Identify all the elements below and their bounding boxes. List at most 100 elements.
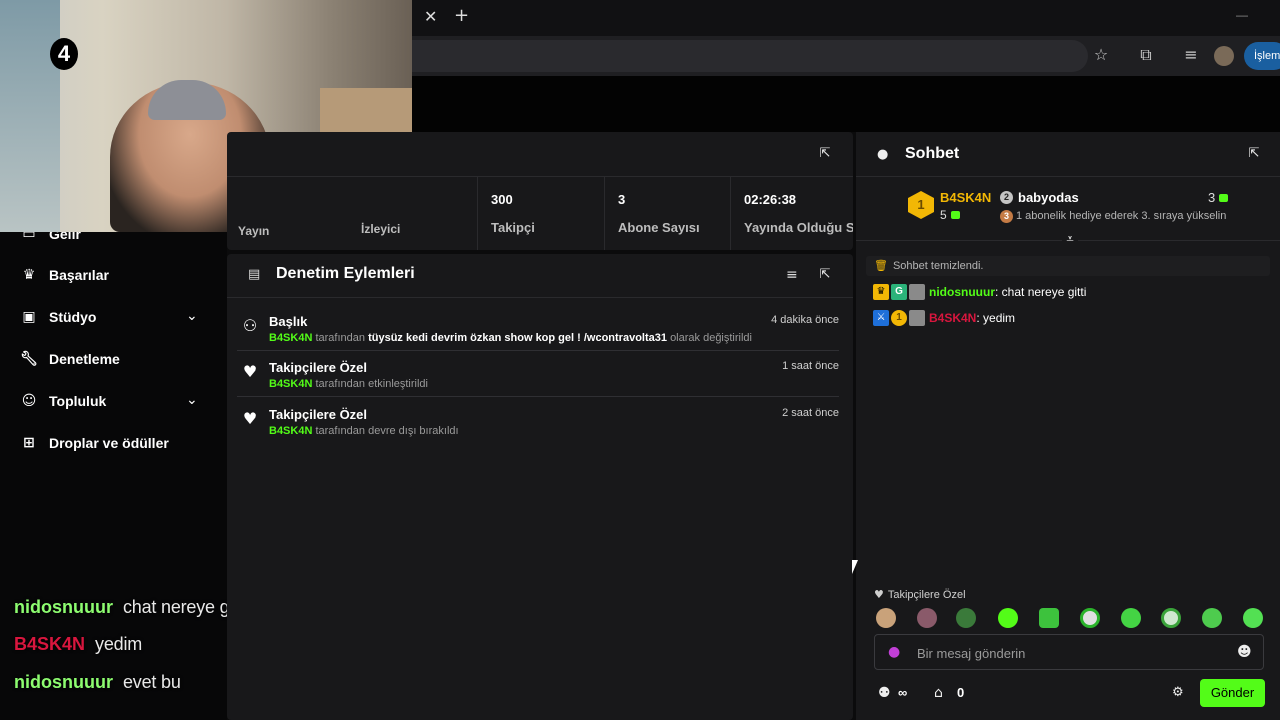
- action-by: tarafından: [315, 425, 366, 437]
- gift-sub-icon: [950, 211, 960, 219]
- og-badge-icon: G: [891, 284, 907, 300]
- chat-colon: :: [995, 285, 1002, 299]
- emote-icon[interactable]: [1080, 608, 1100, 628]
- heart-icon: ♥: [874, 588, 884, 601]
- action-by: tarafından: [315, 378, 366, 390]
- overlay-number-badge: 4: [50, 38, 78, 70]
- trash-icon: 🗑︎: [874, 259, 888, 272]
- emoji-icon[interactable]: ☻: [1237, 644, 1252, 660]
- points-value: ∞: [898, 685, 908, 700]
- emote-icon[interactable]: [1202, 608, 1222, 628]
- system-message: 🗑︎ Sohbet temizlendi.: [866, 256, 1270, 276]
- collapse-arrow-icon[interactable]: ⩡: [1062, 232, 1078, 247]
- stat-value: 300: [491, 192, 513, 207]
- chat-message-input[interactable]: [917, 643, 1217, 663]
- sidebar-item-studio[interactable]: ▣ Stüdyo: [20, 305, 96, 329]
- stat-uptime: 02:26:38 Yayında Olduğu Süre: [730, 177, 853, 250]
- popout-icon[interactable]: ⇱: [816, 145, 834, 163]
- microphone-icon[interactable]: ●: [888, 644, 900, 660]
- sidebar-item-label: Topluluk: [49, 393, 107, 409]
- address-bar[interactable]: [412, 40, 1088, 72]
- heart-icon: ♥: [242, 409, 258, 428]
- gear-icon[interactable]: ⚙: [1172, 685, 1184, 700]
- emote-icon[interactable]: [1121, 608, 1141, 628]
- crown-badge-icon: ♛: [873, 284, 889, 300]
- gift-count: 5: [940, 208, 947, 222]
- chevron-down-icon[interactable]: ⌄: [186, 308, 204, 324]
- popout-icon[interactable]: ⇱: [1245, 145, 1263, 163]
- stat-label-partial: Yayın: [238, 224, 270, 238]
- wrench-icon: 🔧︎: [20, 351, 38, 367]
- community-icon: ☺: [21, 393, 37, 409]
- sidebar-item-achievements[interactable]: ♛ Başarılar: [20, 263, 109, 287]
- emote-icon[interactable]: [1161, 608, 1181, 628]
- bronze-rank-badge: 3: [1000, 210, 1013, 223]
- moderation-actions-panel: ▤ Denetim Eylemleri ≡ ⇱ ⚇ Başlık 4 dakik…: [227, 254, 853, 720]
- moderation-action-item: ♥ Takipçilere Özel 2 saat önce B4SK4N ta…: [237, 403, 839, 449]
- gold-rank-badge: 1: [908, 191, 934, 219]
- gift-count: 3: [1208, 190, 1216, 205]
- stat-followers: 300 Takipçi: [477, 177, 604, 250]
- extensions-icon[interactable]: ⧉: [1135, 44, 1157, 66]
- document-icon: ▤: [248, 267, 261, 282]
- store-count: 0: [957, 685, 965, 700]
- new-tab-icon[interactable]: +: [454, 6, 472, 26]
- sidebar-item-moderation[interactable]: 🔧︎ Denetleme: [20, 347, 120, 371]
- emote-icon[interactable]: [1243, 608, 1263, 628]
- emote-icon[interactable]: [876, 608, 896, 628]
- studio-icon: ▣: [22, 309, 36, 325]
- emote-section-text: Takipçilere Özel: [887, 589, 966, 601]
- chat-text: chat nereye gitti: [1001, 285, 1087, 299]
- action-user[interactable]: B4SK4N: [269, 332, 312, 344]
- action-by: tarafından: [315, 332, 366, 344]
- silver-rank-badge: 2: [1000, 191, 1013, 204]
- action-title: Takipçilere Özel: [269, 360, 368, 375]
- minimize-icon[interactable]: —: [1236, 8, 1248, 22]
- action-user[interactable]: B4SK4N: [269, 378, 312, 390]
- bookmark-star-icon[interactable]: ☆: [1090, 44, 1112, 66]
- emote-section-label: ♥ Takipçilere Özel: [874, 588, 966, 601]
- media-control-icon[interactable]: ≡: [1180, 44, 1202, 66]
- chat-username[interactable]: nidosnuuur: [929, 284, 995, 300]
- filter-icon[interactable]: ≡: [786, 267, 798, 283]
- emote-icon[interactable]: [917, 608, 937, 628]
- chat-username[interactable]: B4SK4N: [929, 310, 976, 326]
- action-time: 2 saat önce: [782, 407, 839, 419]
- chat-bubble-icon: ●: [877, 147, 889, 162]
- leaderboard-first-name[interactable]: B4SK4N: [940, 190, 991, 205]
- action-time: 4 dakika önce: [771, 314, 839, 326]
- action-result: etkinleştirildi: [368, 378, 428, 390]
- points-icon[interactable]: ⚉: [878, 685, 891, 701]
- sidebar-item-community[interactable]: ☺ Topluluk: [20, 389, 107, 413]
- page-header-band: [412, 76, 1280, 132]
- heart-icon: ♥: [242, 362, 258, 381]
- stat-label: Abone Sayısı: [618, 220, 700, 235]
- emote-icon[interactable]: [998, 608, 1018, 628]
- popout-icon[interactable]: ⇱: [816, 266, 834, 284]
- action-description: B4SK4N tarafından etkinleştirildi: [269, 378, 428, 390]
- store-icon[interactable]: ⌂: [934, 685, 943, 701]
- overlay-chat-user: nidosnuuur: [14, 597, 113, 617]
- chevron-down-icon[interactable]: ⌄: [186, 392, 204, 408]
- emote-icon[interactable]: [956, 608, 976, 628]
- action-value: tüysüz kedi devrim özkan show kop gel ! …: [368, 332, 667, 344]
- system-message-text: Sohbet temizlendi.: [892, 260, 984, 272]
- divider: [237, 350, 839, 351]
- chat-input-box[interactable]: ● ☻: [874, 634, 1264, 670]
- profile-pill-button[interactable]: İşlem: [1244, 42, 1280, 70]
- mod-sword-badge-icon: ⚔: [873, 310, 889, 326]
- sidebar-item-drops[interactable]: ⊞ Droplar ve ödüller: [20, 431, 169, 455]
- action-user[interactable]: B4SK4N: [269, 425, 312, 437]
- emote-icon[interactable]: [1039, 608, 1059, 628]
- tab-close-icon[interactable]: ✕: [424, 8, 440, 26]
- avatar-badge-icon: [909, 310, 925, 326]
- stat-label: Takipçi: [491, 220, 535, 235]
- overlay-chat-text: evet bu: [122, 672, 181, 692]
- stat-value: 02:26:38: [744, 192, 797, 207]
- profile-avatar[interactable]: [1214, 46, 1234, 66]
- leaderboard-second-name[interactable]: babyodas: [1018, 190, 1079, 205]
- overlay-chat-user: B4SK4N: [14, 634, 86, 654]
- chat-text: yedim: [983, 311, 1016, 325]
- send-button[interactable]: Gönder: [1200, 679, 1265, 707]
- mouse-cursor: [852, 560, 858, 574]
